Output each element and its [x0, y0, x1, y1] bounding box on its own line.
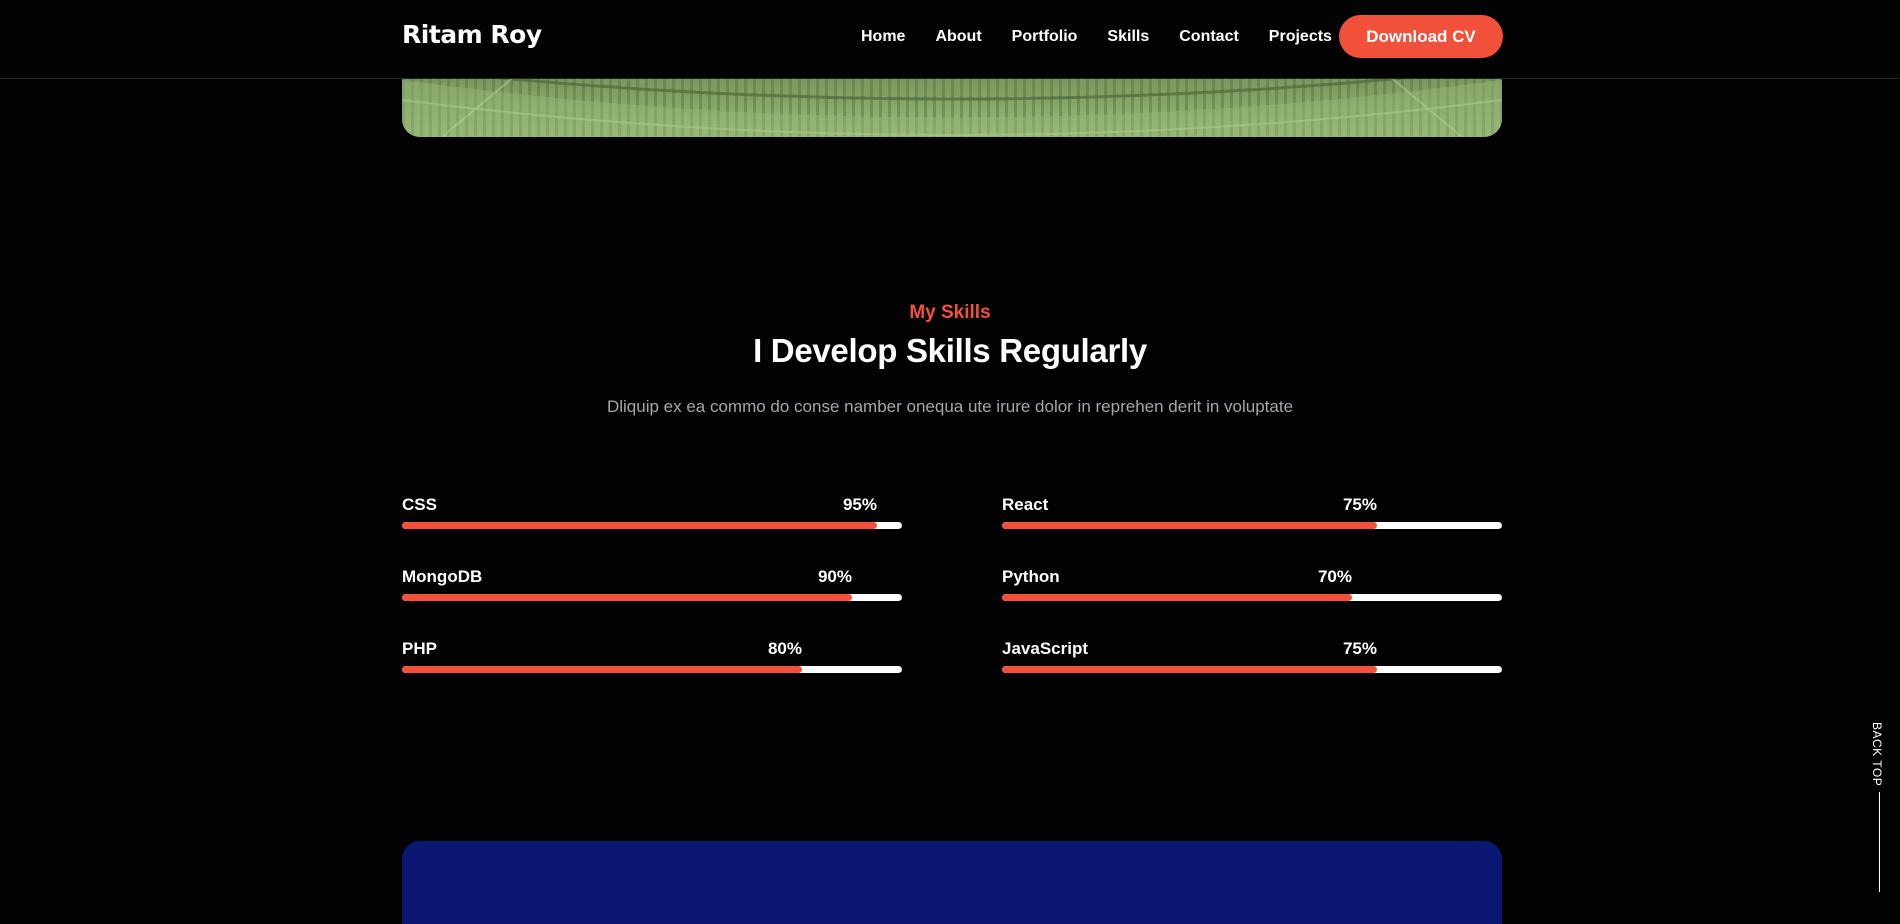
back-top-label: BACK TOP [1870, 722, 1884, 787]
skill-progress-track [402, 666, 902, 673]
skill-name: PHP [402, 639, 437, 658]
skill-percent: 95% [842, 495, 877, 514]
skill-progress-fill [1002, 594, 1352, 601]
skill-name: JavaScript [1002, 639, 1088, 658]
skill-mongodb: MongoDB 90% [402, 567, 902, 617]
section-title: I Develop Skills Regularly [753, 332, 1147, 369]
skill-progress-fill [402, 594, 852, 601]
section-eyebrow: My Skills [909, 302, 991, 323]
skill-percent: 75% [1342, 495, 1377, 514]
skill-percent: 90% [817, 567, 852, 586]
skill-progress-fill [402, 666, 802, 673]
site-header: Ritam Roy Home About Portfolio Skills Co… [0, 0, 1900, 79]
section-description: Dliquip ex ea commo do conse namber oneq… [606, 397, 1294, 416]
download-cv-button[interactable]: Download CV [1339, 15, 1503, 58]
skill-progress-fill [1002, 522, 1377, 529]
nav-skills-link[interactable]: Skills [1107, 28, 1149, 46]
skill-css: CSS 95% [402, 495, 902, 545]
skill-python: Python 70% [1002, 567, 1502, 617]
skill-percent: 75% [1342, 639, 1377, 658]
skill-progress-track [402, 522, 902, 529]
skill-name: CSS [402, 495, 437, 514]
skill-react: React 75% [1002, 495, 1502, 545]
skill-progress-track [1002, 594, 1502, 601]
blue-card [402, 841, 1502, 924]
main-nav: Home About Portfolio Skills Contact Proj… [861, 28, 1362, 46]
skill-percent: 80% [767, 639, 802, 658]
page: Ritam Roy Home About Portfolio Skills Co… [0, 0, 1900, 924]
skill-progress-track [1002, 522, 1502, 529]
skill-javascript: JavaScript 75% [1002, 639, 1502, 689]
nav-portfolio-link[interactable]: Portfolio [1012, 28, 1078, 46]
nav-home-link[interactable]: Home [861, 28, 905, 46]
skill-progress-fill [1002, 666, 1377, 673]
back-top-button[interactable]: BACK TOP [1870, 722, 1890, 892]
skill-name: Python [1002, 567, 1060, 586]
skill-percent: 70% [1317, 567, 1352, 586]
nav-contact-link[interactable]: Contact [1179, 28, 1239, 46]
skill-progress-track [402, 594, 902, 601]
brand-logo[interactable]: Ritam Roy [402, 20, 542, 49]
skill-name: MongoDB [402, 567, 483, 586]
skill-php: PHP 80% [402, 639, 902, 689]
skill-progress-fill [402, 522, 877, 529]
skill-progress-track [1002, 666, 1502, 673]
nav-projects-link[interactable]: Projects [1269, 28, 1332, 46]
skill-name: React [1002, 495, 1049, 514]
nav-about-link[interactable]: About [935, 28, 981, 46]
back-top-line [1879, 792, 1880, 892]
